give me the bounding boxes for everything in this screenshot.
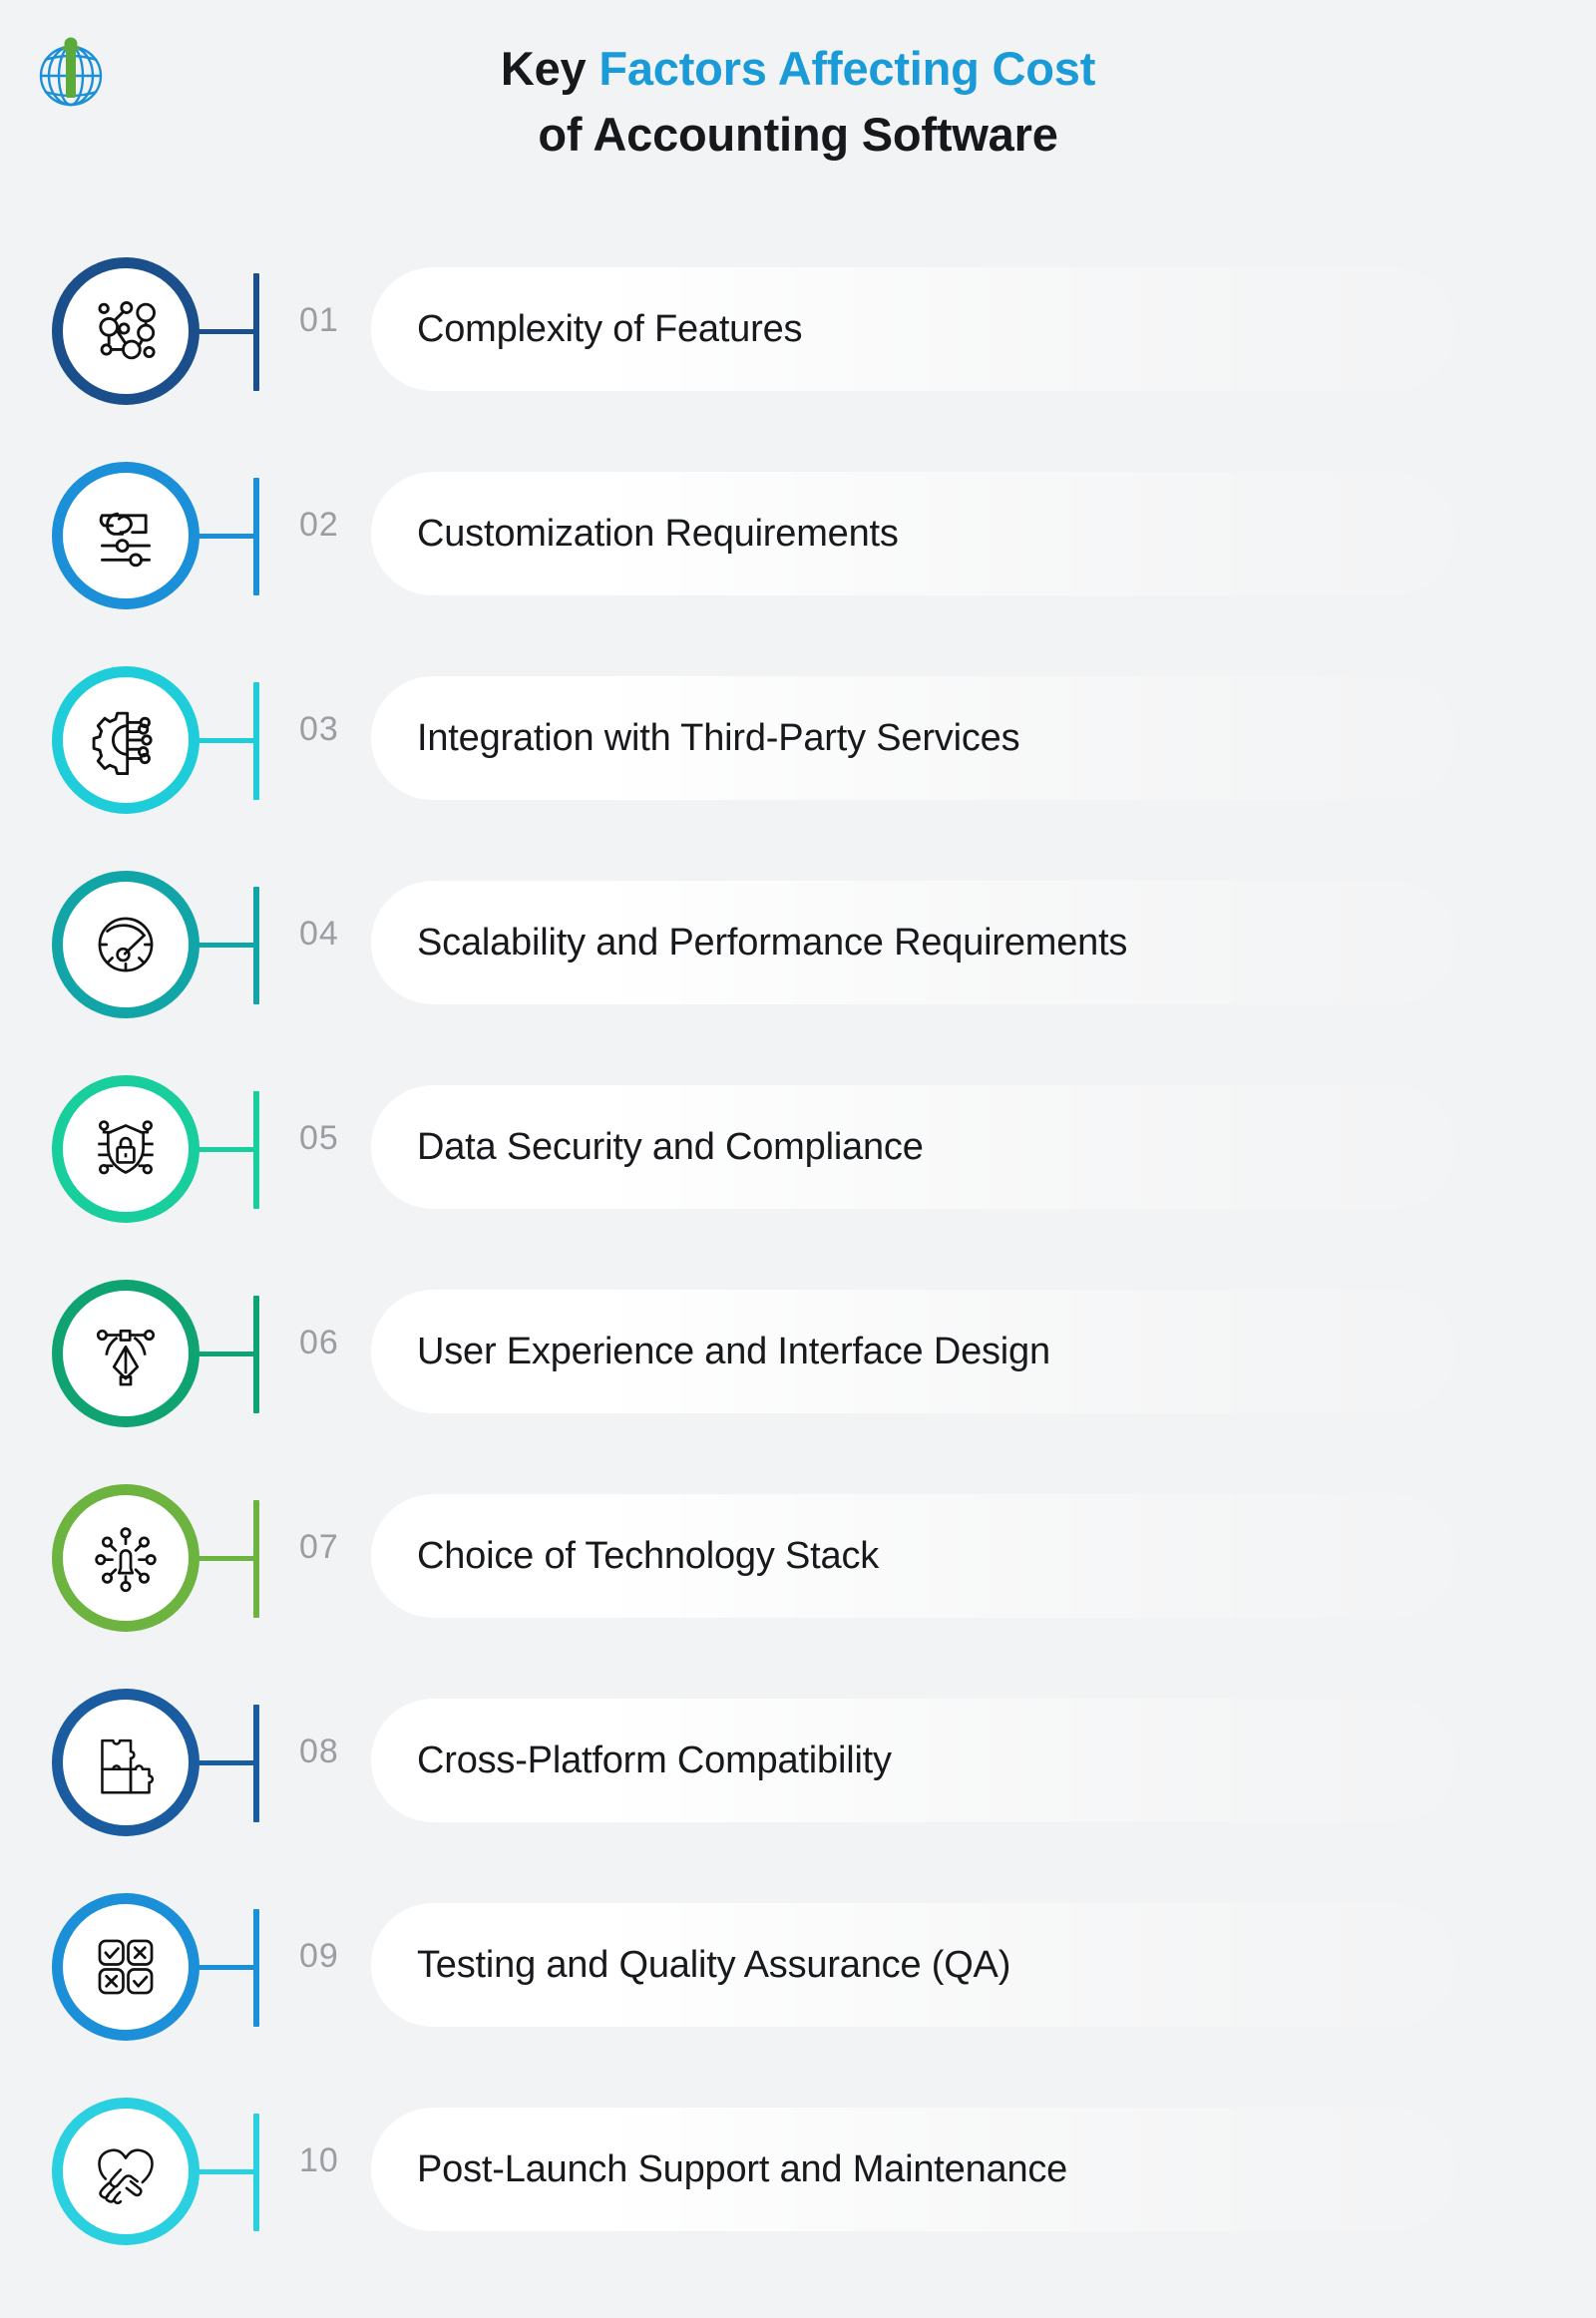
badge-09: [52, 1893, 200, 2041]
item-pill[interactable]: Post-Launch Support and Maintenance: [371, 2108, 1456, 2231]
list-item: 04 Scalability and Performance Requireme…: [0, 863, 1596, 1067]
network-nodes-icon: [98, 301, 156, 360]
item-number: 10: [299, 2141, 339, 2179]
connector-line-05: [196, 1091, 267, 1209]
connector-line-04: [196, 887, 267, 1004]
item-pill[interactable]: Choice of Technology Stack: [371, 1494, 1456, 1618]
item-label: Post-Launch Support and Maintenance: [417, 2147, 1068, 2190]
badge-01: [52, 257, 200, 405]
list-item: 10 Post-Launch Support and Maintenance: [0, 2090, 1596, 2294]
puzzle-pieces-icon: [101, 1738, 155, 1794]
page-title: Key Factors Affecting Cost of Accounting…: [0, 36, 1596, 168]
factors-list: 01 Complexity of Features 02 Customizati…: [0, 249, 1596, 2294]
badge-08: [52, 1689, 200, 1836]
item-label: Cross-Platform Compatibility: [417, 1738, 892, 1781]
item-number: 08: [299, 1733, 339, 1770]
badge-05: [52, 1075, 200, 1223]
item-label: Customization Requirements: [417, 512, 899, 555]
list-item: 07 Choice of Technology Stack: [0, 1476, 1596, 1681]
item-label: Data Security and Compliance: [417, 1125, 924, 1168]
connector-line-10: [196, 2114, 267, 2231]
item-pill[interactable]: Complexity of Features: [371, 267, 1456, 391]
badge-02: [52, 462, 200, 609]
speedometer-icon: [98, 917, 154, 972]
item-label: Complexity of Features: [417, 307, 803, 350]
connector-line-02: [196, 478, 267, 595]
item-number: 01: [299, 301, 339, 339]
connector-line-06: [196, 1296, 267, 1413]
title-accent-text: Factors Affecting Cost: [598, 42, 1096, 95]
shield-lock-circuit-icon: [98, 1120, 154, 1175]
item-number: 03: [299, 710, 339, 748]
connector-line-09: [196, 1909, 267, 2027]
item-number: 05: [299, 1119, 339, 1157]
badge-10: [52, 2098, 200, 2245]
item-pill[interactable]: User Experience and Interface Design: [371, 1290, 1456, 1413]
item-pill[interactable]: Scalability and Performance Requirements: [371, 881, 1456, 1004]
badge-06: [52, 1280, 200, 1427]
item-label: Choice of Technology Stack: [417, 1534, 880, 1577]
item-label: Integration with Third-Party Services: [417, 716, 1020, 759]
item-pill[interactable]: Data Security and Compliance: [371, 1085, 1456, 1209]
infographic-header: Key Factors Affecting Cost of Accounting…: [0, 0, 1596, 190]
item-number: 09: [299, 1937, 339, 1975]
gear-circuit-icon: [92, 711, 153, 776]
item-pill[interactable]: Customization Requirements: [371, 472, 1456, 595]
list-item: 03 Integration with Third-Party Services: [0, 658, 1596, 863]
badge-07: [52, 1484, 200, 1632]
item-pill[interactable]: Cross-Platform Compatibility: [371, 1699, 1456, 1822]
tech-stack-radial-icon: [95, 1527, 157, 1593]
connector-line-03: [196, 682, 267, 800]
handshake-heart-icon: [98, 2148, 154, 2205]
badge-04: [52, 871, 200, 1018]
item-label: Testing and Quality Assurance (QA): [417, 1943, 1011, 1986]
list-item: 09 Testing and Quality Assurance (QA): [0, 1885, 1596, 2090]
connector-line-01: [196, 273, 267, 391]
connector-line-08: [196, 1705, 267, 1822]
list-item: 02 Customization Requirements: [0, 454, 1596, 658]
item-pill[interactable]: Testing and Quality Assurance (QA): [371, 1903, 1456, 2027]
item-number: 07: [299, 1528, 339, 1566]
connector-line-07: [196, 1500, 267, 1618]
hand-sliders-icon: [99, 512, 151, 568]
title-plain-text: Key: [500, 42, 599, 95]
list-item: 05 Data Security and Compliance: [0, 1067, 1596, 1272]
list-item: 06 User Experience and Interface Design: [0, 1272, 1596, 1476]
item-number: 04: [299, 915, 339, 953]
list-item: 08 Cross-Platform Compatibility: [0, 1681, 1596, 1885]
pen-tool-icon: [96, 1329, 156, 1386]
list-item: 01 Complexity of Features: [0, 249, 1596, 454]
item-label: Scalability and Performance Requirements: [417, 921, 1128, 964]
qa-checkbox-grid-icon: [98, 1939, 154, 1995]
title-line-2: of Accounting Software: [538, 107, 1058, 161]
item-number: 06: [299, 1324, 339, 1361]
item-label: User Experience and Interface Design: [417, 1330, 1050, 1372]
item-pill[interactable]: Integration with Third-Party Services: [371, 676, 1456, 800]
title-line-1: Key Factors Affecting Cost: [0, 36, 1596, 102]
item-number: 02: [299, 506, 339, 544]
badge-03: [52, 666, 200, 814]
